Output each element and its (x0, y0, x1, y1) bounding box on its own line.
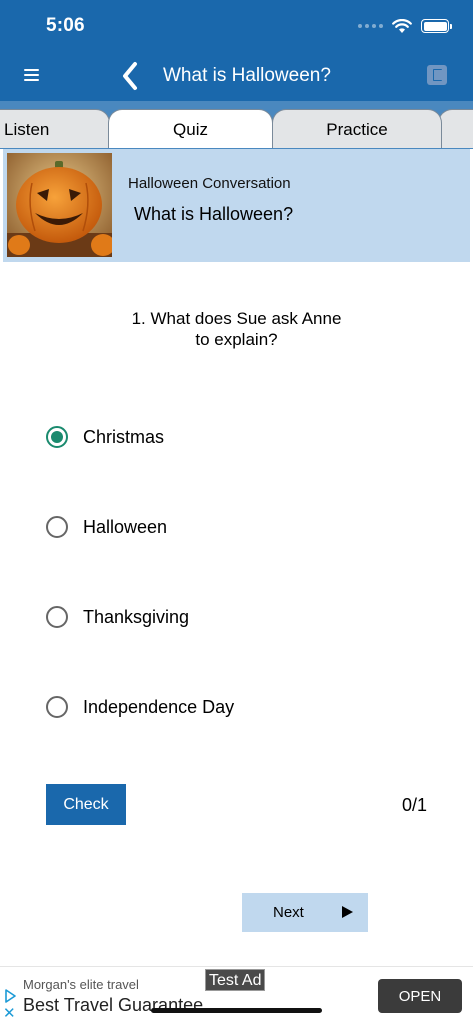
option-label: Independence Day (83, 696, 235, 717)
status-time: 5:06 (46, 15, 85, 36)
cellular-signal-icon (358, 24, 383, 28)
quiz-question: 1. What does Sue ask Anne to explain? (0, 308, 473, 350)
next-button[interactable]: Next (242, 893, 368, 932)
question-line-1: 1. What does Sue ask Anne (131, 309, 342, 328)
lesson-subtitle: Halloween Conversation (128, 175, 291, 192)
option-label: Halloween (83, 516, 168, 537)
ad-sponsor: Morgan's elite travel (23, 977, 139, 992)
pumpkin-thumbnail (7, 153, 112, 257)
status-icons (358, 16, 452, 36)
book-icon[interactable] (427, 65, 447, 85)
battery-icon (421, 19, 452, 33)
adchoices-icon[interactable] (3, 989, 17, 1003)
play-arrow-icon (342, 906, 353, 918)
tab-bar: Listen Quiz Practice (0, 101, 473, 148)
ad-open-button[interactable]: OPEN (378, 979, 462, 1013)
lesson-title: What is Halloween? (134, 204, 294, 224)
chevron-left-icon[interactable] (118, 60, 142, 92)
answer-option-thanksgiving[interactable]: Thanksgiving (46, 604, 189, 630)
wifi-icon (392, 18, 412, 33)
page-title: What is Halloween? (163, 65, 331, 86)
test-ad-badge: Test Ad (205, 969, 266, 991)
tab-practice[interactable]: Practice (272, 109, 442, 148)
answer-option-christmas[interactable]: Christmas (46, 424, 164, 450)
score-counter: 0/1 (401, 795, 427, 815)
radio-selected-icon[interactable] (46, 426, 68, 448)
answer-option-halloween[interactable]: Halloween (46, 514, 167, 540)
hamburger-menu-icon[interactable] (24, 69, 39, 81)
option-label: Thanksgiving (83, 606, 190, 627)
lesson-header: Halloween Conversation What is Halloween… (3, 149, 470, 262)
close-icon[interactable]: ✕ (3, 1006, 16, 1021)
tab-quiz[interactable]: Quiz (108, 109, 273, 148)
home-indicator[interactable] (151, 1008, 322, 1013)
radio-unselected-icon[interactable] (46, 516, 68, 538)
radio-unselected-icon[interactable] (46, 606, 68, 628)
ad-banner[interactable]: Test Ad ✕ Morgan's elite travel Best Tra… (0, 966, 473, 1024)
option-label: Christmas (83, 426, 165, 447)
check-button[interactable]: Check (46, 784, 126, 825)
question-line-2: to explain? (195, 330, 278, 349)
top-bar: 5:06 What is Halloween? (0, 0, 473, 106)
radio-unselected-icon[interactable] (46, 696, 68, 718)
answer-option-independence-day[interactable]: Independence Day (46, 694, 234, 720)
tab-listen[interactable]: Listen (0, 109, 110, 148)
tab-more[interactable] (438, 109, 473, 148)
next-label: Next (273, 904, 304, 921)
